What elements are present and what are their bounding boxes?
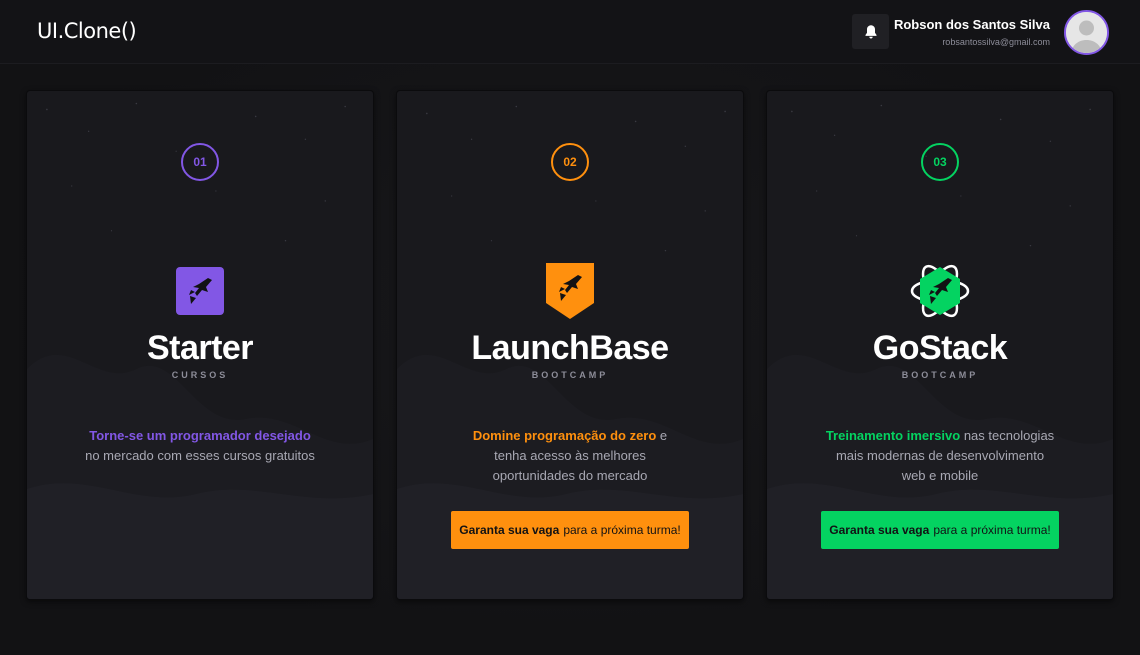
step-badge: 03 — [921, 143, 959, 181]
course-description: Treinamento imersivo nas tecnologias mai… — [825, 426, 1055, 486]
course-card-gostack[interactable]: 03 GoStack BOOTCAMP Treinamento imersivo… — [766, 90, 1114, 600]
user-avatar-icon — [1066, 12, 1107, 53]
course-description: Domine programação do zero e tenha acess… — [455, 426, 685, 486]
enroll-button-bold: Garanta sua vaga — [829, 523, 930, 537]
course-subtitle: BOOTCAMP — [901, 370, 979, 380]
course-subtitle: BOOTCAMP — [531, 370, 609, 380]
course-title: GoStack — [872, 329, 1008, 367]
enroll-button-text: para a próxima turma! — [933, 523, 1051, 537]
starfield-decoration — [426, 105, 726, 252]
description-highlight: Torne-se um programador desejado — [89, 428, 311, 443]
enroll-button[interactable]: Garanta sua vaga para a próxima turma! — [821, 511, 1059, 549]
enroll-button[interactable]: Garanta sua vaga para a próxima turma! — [451, 511, 689, 549]
app-logo[interactable]: UI.Clone() — [37, 19, 137, 43]
starfield-decoration — [791, 104, 1091, 247]
course-card-launchbase[interactable]: 02 LaunchBase BOOTCAMP Domine programaçã… — [396, 90, 744, 600]
enroll-button-text: para a próxima turma! — [563, 523, 681, 537]
description-highlight: Domine programação do zero — [472, 428, 657, 443]
description-highlight: Treinamento imersivo — [825, 428, 961, 443]
starfield-decoration — [46, 102, 346, 242]
user-email: robsantossilva@gmail.com — [942, 37, 1050, 47]
course-title: LaunchBase — [471, 329, 669, 367]
bell-icon — [865, 24, 876, 38]
main-content: 01 Starter CURSOS Torne-se um programado… — [0, 64, 1140, 655]
starter-logo — [170, 263, 230, 319]
step-badge: 02 — [551, 143, 589, 181]
enroll-button-bold: Garanta sua vaga — [459, 523, 560, 537]
step-badge: 01 — [181, 143, 219, 181]
user-name: Robson dos Santos Silva — [893, 17, 1050, 32]
top-header: UI.Clone() Robson dos Santos Silva robsa… — [0, 0, 1140, 64]
description-text: no mercado com esses cursos gratuitos — [85, 448, 315, 463]
launchbase-logo — [540, 263, 600, 319]
course-description: Torne-se um programador desejado no merc… — [85, 426, 315, 466]
notifications-button[interactable] — [852, 14, 889, 49]
avatar[interactable] — [1064, 10, 1109, 55]
course-subtitle: CURSOS — [171, 370, 229, 380]
course-card-starter[interactable]: 01 Starter CURSOS Torne-se um programado… — [26, 90, 374, 600]
gostack-logo — [910, 263, 970, 319]
course-title: Starter — [146, 329, 254, 367]
